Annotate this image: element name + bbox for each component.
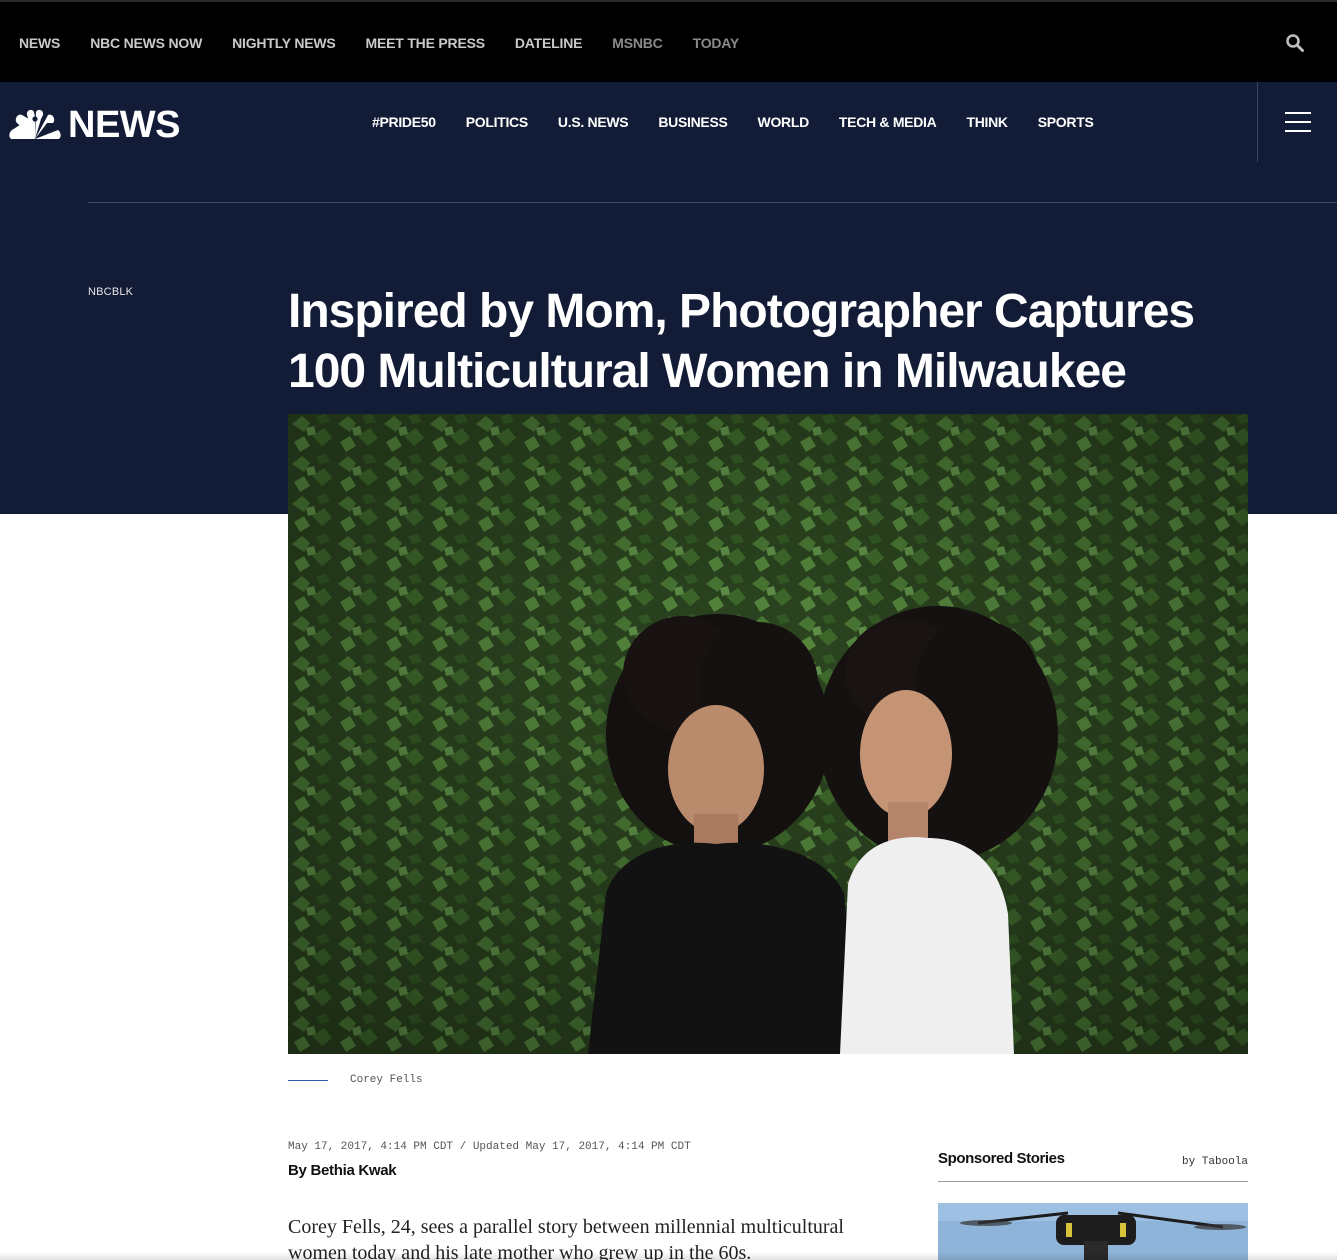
caption-rule <box>288 1080 328 1081</box>
nav-think[interactable]: THINK <box>966 114 1008 130</box>
nav-tech-media[interactable]: TECH & MEDIA <box>839 114 937 130</box>
topnav-nightly-news[interactable]: NIGHTLY NEWS <box>232 35 336 51</box>
logo-text: NEWS <box>68 104 181 146</box>
nav-us-news[interactable]: U.S. NEWS <box>558 114 629 130</box>
search-icon[interactable] <box>1285 33 1305 53</box>
topnav-nbc-news-now[interactable]: NBC NEWS NOW <box>90 35 202 51</box>
section-label[interactable]: NBCBLK <box>88 286 133 298</box>
nav-sports[interactable]: SPORTS <box>1038 114 1094 130</box>
nav-pride50[interactable]: #PRIDE50 <box>372 114 436 130</box>
scroll-shadow <box>0 1252 1337 1260</box>
top-nav: NEWS NBC NEWS NOW NIGHTLY NEWS MEET THE … <box>19 2 769 84</box>
taboola-link[interactable]: by Taboola <box>1182 1156 1248 1168</box>
nbc-news-logo[interactable]: NEWS <box>9 104 181 146</box>
article-byline[interactable]: By Bethia Kwak <box>288 1162 397 1179</box>
article-headline: Inspired by Mom, Photographer Captures 1… <box>288 285 1195 398</box>
topnav-meet-the-press[interactable]: MEET THE PRESS <box>366 35 486 51</box>
topnav-dateline[interactable]: DATELINE <box>515 35 583 51</box>
photo-credit: Corey Fells <box>350 1074 423 1086</box>
article-dateline: May 17, 2017, 4:14 PM CDT / Updated May … <box>288 1141 691 1153</box>
top-bar: NEWS NBC NEWS NOW NIGHTLY NEWS MEET THE … <box>0 0 1337 82</box>
nav-business[interactable]: BUSINESS <box>658 114 727 130</box>
main-nav: #PRIDE50 POLITICS U.S. NEWS BUSINESS WOR… <box>372 82 1123 162</box>
header-divider <box>88 202 1337 203</box>
sponsored-title: Sponsored Stories <box>938 1150 1065 1167</box>
sponsored-stories-header: Sponsored Stories by Taboola <box>938 1150 1248 1182</box>
topnav-today[interactable]: TODAY <box>693 35 740 51</box>
topnav-msnbc[interactable]: MSNBC <box>612 35 663 51</box>
nav-politics[interactable]: POLITICS <box>466 114 528 130</box>
hero-photo <box>288 414 1248 1054</box>
peacock-icon <box>9 109 61 139</box>
menu-divider <box>1257 82 1258 162</box>
topnav-news[interactable]: NEWS <box>19 35 60 51</box>
nav-world[interactable]: WORLD <box>758 114 810 130</box>
hamburger-menu-icon[interactable] <box>1285 112 1311 132</box>
